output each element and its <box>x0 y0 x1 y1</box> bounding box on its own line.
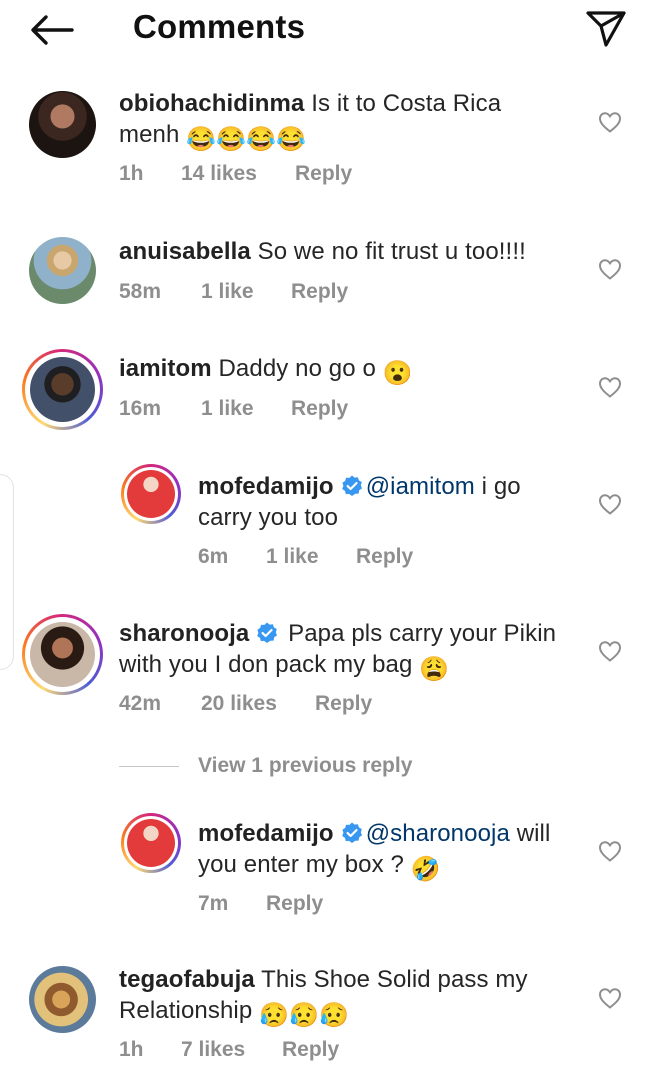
comment-emoji: 🤣 <box>410 856 441 883</box>
comments-screen: Comments obiohachidinma Is it to Costa R… <box>0 0 662 1068</box>
reply-text-line2: carry you too <box>198 504 339 531</box>
top-bar: Comments <box>0 0 662 58</box>
comment-time: 42m <box>119 692 162 715</box>
comment-text: So we no fit trust u too!!!! <box>250 238 526 265</box>
arrow-left-icon <box>31 15 74 45</box>
reply-text: i go <box>474 473 521 500</box>
comment-time: 7m <box>198 892 229 915</box>
comment-text: Papa pls carry your Pikin <box>281 620 557 647</box>
verified-badge-icon <box>341 475 362 496</box>
comment-text: Is it to Costa Rica <box>304 90 502 117</box>
heart-outline-icon[interactable] <box>598 987 622 1009</box>
heart-outline-icon[interactable] <box>598 376 622 398</box>
heart-outline-icon[interactable] <box>598 258 622 280</box>
comment-likes[interactable]: 1 like <box>266 545 319 569</box>
comment-time: 58m <box>119 280 162 303</box>
verified-badge-icon <box>257 622 278 643</box>
heart-outline-icon[interactable] <box>598 840 622 862</box>
comment-time: 16m <box>119 397 162 420</box>
avatar[interactable] <box>29 966 96 1033</box>
comment-emoji: 😂😂😂😂 <box>186 126 307 153</box>
comment-time: 6m <box>198 545 229 568</box>
comment-text-line2: Relationship <box>119 997 260 1024</box>
reply-username[interactable]: mofedamijo <box>198 473 334 500</box>
comment-text-line2: with you I don pack my bag <box>119 651 420 678</box>
heart-outline-icon[interactable] <box>598 493 622 515</box>
comment-text: Daddy no go o <box>211 355 383 382</box>
divider-line <box>119 766 179 767</box>
reply-button[interactable]: Reply <box>291 397 348 421</box>
reply-button[interactable]: Reply <box>315 692 372 716</box>
heart-outline-icon[interactable] <box>598 111 622 133</box>
reply-button[interactable]: Reply <box>295 162 352 186</box>
comment-likes[interactable]: 20 likes <box>201 692 277 716</box>
comment-emoji: 😩 <box>419 656 450 683</box>
comment-time: 1h <box>119 162 144 185</box>
comment-emoji: 😥😥😥 <box>259 1002 350 1029</box>
comment-username[interactable]: iamitom <box>119 355 212 382</box>
heart-outline-icon[interactable] <box>598 640 622 662</box>
comment-likes[interactable]: 14 likes <box>181 162 257 186</box>
view-previous-label[interactable]: View 1 previous reply <box>198 754 412 778</box>
comment-username[interactable]: anuisabella <box>119 238 251 265</box>
page-title: Comments <box>133 8 306 45</box>
mention-link[interactable]: @sharonooja <box>366 820 510 847</box>
reply-button[interactable]: Reply <box>356 545 413 569</box>
mention-link[interactable]: @iamitom <box>366 473 475 500</box>
send-icon <box>586 11 626 47</box>
avatar-story-ring[interactable] <box>121 813 181 873</box>
view-previous-replies[interactable]: View 1 previous reply <box>119 754 539 780</box>
comment-username[interactable]: sharonooja <box>119 620 249 647</box>
reply-text-line2: you enter my box ? <box>198 851 411 878</box>
reply-button[interactable]: Reply <box>266 892 323 916</box>
avatar[interactable] <box>29 237 96 304</box>
avatar-story-ring[interactable] <box>22 349 103 430</box>
comment-time: 1h <box>119 1038 144 1061</box>
reply-button[interactable]: Reply <box>282 1038 339 1062</box>
avatar-story-ring[interactable] <box>121 464 181 524</box>
comment-likes[interactable]: 7 likes <box>181 1038 245 1062</box>
avatar-story-ring[interactable] <box>22 614 103 695</box>
share-button[interactable] <box>584 8 628 48</box>
comment-likes[interactable]: 1 like <box>201 397 254 421</box>
comment-username[interactable]: obiohachidinma <box>119 90 304 117</box>
side-handle <box>0 474 14 670</box>
reply-username[interactable]: mofedamijo <box>198 820 334 847</box>
reply-text: will <box>509 820 551 847</box>
verified-badge-icon <box>341 822 362 843</box>
comment-emoji: 😮 <box>382 360 413 387</box>
avatar[interactable] <box>29 91 96 158</box>
comment-username[interactable]: tegaofabuja <box>119 966 255 993</box>
back-button[interactable] <box>26 10 78 50</box>
comment-text-line2: menh <box>119 121 187 148</box>
comment-text: This Shoe Solid pass my <box>254 966 528 993</box>
comment-likes[interactable]: 1 like <box>201 280 254 304</box>
reply-button[interactable]: Reply <box>291 280 348 304</box>
